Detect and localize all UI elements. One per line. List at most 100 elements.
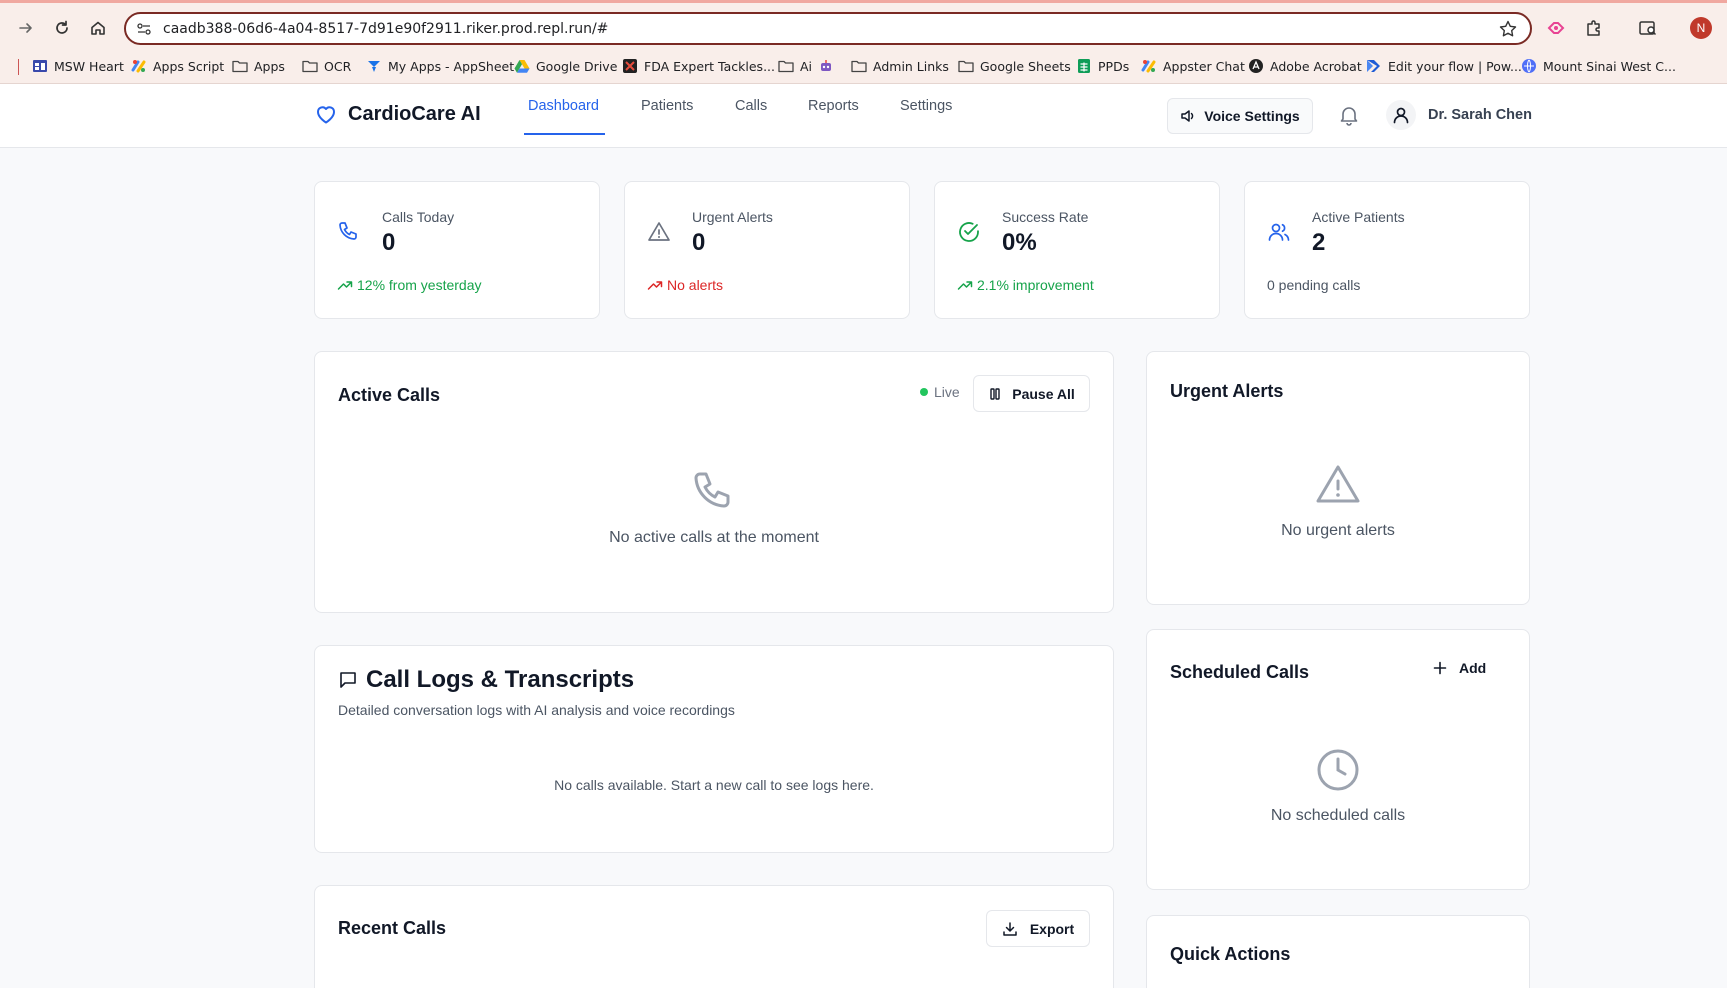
add-scheduled-call-button[interactable]: Add <box>1433 660 1486 676</box>
brand-name: CardioCare AI <box>348 102 481 125</box>
urgent-alerts-panel: Urgent Alerts No urgent alerts <box>1146 351 1530 605</box>
tab-reports[interactable]: Reports <box>808 98 859 114</box>
phone-icon <box>694 472 730 508</box>
panel-title: Quick Actions <box>1170 944 1291 964</box>
bookmark-google-drive[interactable]: Google Drive <box>514 58 617 74</box>
stat-value: 0% <box>1002 229 1037 256</box>
recent-calls-panel: Recent Calls Export <box>314 885 1114 988</box>
empty-state: No scheduled calls <box>1147 746 1529 825</box>
drive-icon <box>514 58 530 74</box>
address-bar[interactable]: caadb388-06d6-4a04-8517-7d91e90f2911.rik… <box>124 12 1532 45</box>
bookmark-ocr-folder[interactable]: OCR <box>302 58 351 74</box>
empty-message: No calls available. Start a new call to … <box>554 777 874 793</box>
empty-message: No urgent alerts <box>1281 522 1395 539</box>
empty-state: No urgent alerts <box>1147 461 1529 540</box>
stat-value: 2 <box>1312 229 1326 256</box>
empty-message: No active calls at the moment <box>609 529 819 546</box>
url-text: caadb388-06d6-4a04-8517-7d91e90f2911.rik… <box>163 21 609 37</box>
scheduled-calls-panel: Scheduled Calls Add No scheduled calls <box>1146 629 1530 890</box>
pause-icon <box>990 387 1000 400</box>
tab-dashboard[interactable]: Dashboard <box>528 98 599 114</box>
globe-icon <box>1521 58 1537 74</box>
stat-trend: 12% from yesterday <box>337 277 482 293</box>
side-panel-button[interactable] <box>1636 16 1660 40</box>
folder-icon <box>232 58 248 74</box>
tab-calls[interactable]: Calls <box>735 98 767 114</box>
phone-icon <box>339 222 357 240</box>
panel-title: Active Calls <box>338 385 441 405</box>
fda-icon <box>622 58 638 74</box>
bookmark-appsheet[interactable]: My Apps - AppSheet <box>366 58 514 74</box>
power-automate-icon <box>1366 58 1382 74</box>
user-name: Dr. Sarah Chen <box>1428 107 1532 123</box>
check-circle-icon <box>959 222 979 242</box>
bookmark-mount-sinai[interactable]: Mount Sinai West C... <box>1521 58 1676 74</box>
bookmark-star-icon[interactable] <box>1498 19 1518 39</box>
active-calls-panel: Active Calls Live Pause All No active ca… <box>314 351 1114 613</box>
bookmarks-bar: MSW Heart Apps Script Apps OCR My Apps -… <box>0 50 1727 84</box>
sheets-icon <box>1076 58 1092 74</box>
trending-up-icon <box>957 281 973 290</box>
bookmark-fda[interactable]: FDA Expert Tackles... <box>622 58 775 74</box>
app-header: CardioCare AI Dashboard Patients Calls R… <box>0 84 1727 148</box>
apps-script-icon <box>1141 58 1157 74</box>
stat-trend: 2.1% improvement <box>957 277 1094 293</box>
home-button[interactable] <box>84 14 112 42</box>
reload-icon <box>56 20 68 34</box>
trending-up-icon <box>647 281 663 290</box>
live-dot <box>920 388 928 396</box>
app-grid-icon <box>32 58 48 74</box>
panel-title: Scheduled Calls <box>1170 662 1310 682</box>
alert-triangle-icon <box>648 222 670 241</box>
site-info-icon[interactable] <box>136 21 152 37</box>
stat-label: Urgent Alerts <box>692 209 773 225</box>
reload-button[interactable] <box>48 14 76 42</box>
stat-value: 0 <box>382 229 396 256</box>
folder-icon <box>958 58 974 74</box>
user-menu[interactable]: Dr. Sarah Chen <box>1386 100 1532 130</box>
download-icon <box>1003 921 1017 936</box>
plus-icon <box>1433 661 1447 675</box>
bell-icon <box>1340 107 1358 126</box>
bookmark-admin-links[interactable]: Admin Links <box>851 58 949 74</box>
empty-state: No active calls at the moment <box>315 468 1113 547</box>
quick-actions-panel: Quick Actions <box>1146 915 1530 988</box>
bookmark-google-sheets-folder[interactable]: Google Sheets <box>958 58 1071 74</box>
side-panel-icon <box>1639 21 1657 36</box>
stat-card-active-patients: Active Patients 2 0 pending calls <box>1244 181 1530 319</box>
bookmarks-divider <box>18 59 19 75</box>
tab-patients[interactable]: Patients <box>641 98 693 114</box>
bookmark-power-automate[interactable]: Edit your flow | Pow... <box>1366 58 1522 74</box>
stat-value: 0 <box>692 229 706 256</box>
export-button[interactable]: Export <box>986 910 1090 947</box>
brand-logo[interactable]: CardioCare AI <box>314 102 481 126</box>
stat-trend: 0 pending calls <box>1267 277 1361 293</box>
users-icon <box>1268 223 1290 241</box>
live-indicator: Live <box>920 384 960 400</box>
stat-card-success-rate: Success Rate 0% 2.1% improvement <box>934 181 1220 319</box>
bookmark-ppds[interactable]: PPDs <box>1076 58 1129 74</box>
folder-icon <box>851 58 867 74</box>
stat-card-urgent-alerts: Urgent Alerts 0 No alerts <box>624 181 910 319</box>
voice-settings-button[interactable]: Voice Settings <box>1167 98 1313 134</box>
extensions-button[interactable] <box>1582 16 1606 40</box>
bookmark-apps-script[interactable]: Apps Script <box>131 58 224 74</box>
extension-button[interactable] <box>1544 16 1568 40</box>
tab-settings[interactable]: Settings <box>900 98 952 114</box>
stat-label: Success Rate <box>1002 209 1089 225</box>
profile-avatar[interactable]: N <box>1690 17 1712 39</box>
active-tab-indicator <box>524 133 605 135</box>
notifications-button[interactable] <box>1338 104 1360 131</box>
forward-button[interactable] <box>12 14 40 42</box>
bookmark-appster-chat[interactable]: Appster Chat <box>1141 58 1245 74</box>
bookmark-ai-folder[interactable]: Ai <box>778 58 834 74</box>
bookmark-apps-folder[interactable]: Apps <box>232 58 285 74</box>
clock-icon <box>1317 749 1359 791</box>
pink-diamond-icon <box>1547 22 1565 34</box>
bookmark-adobe-acrobat[interactable]: Adobe Acrobat <box>1248 58 1362 74</box>
robot-icon <box>818 58 834 74</box>
pause-all-button[interactable]: Pause All <box>973 375 1090 412</box>
stat-trend: No alerts <box>647 277 723 293</box>
bookmark-msw-heart[interactable]: MSW Heart <box>32 58 124 74</box>
panel-title: Recent Calls <box>338 918 447 938</box>
